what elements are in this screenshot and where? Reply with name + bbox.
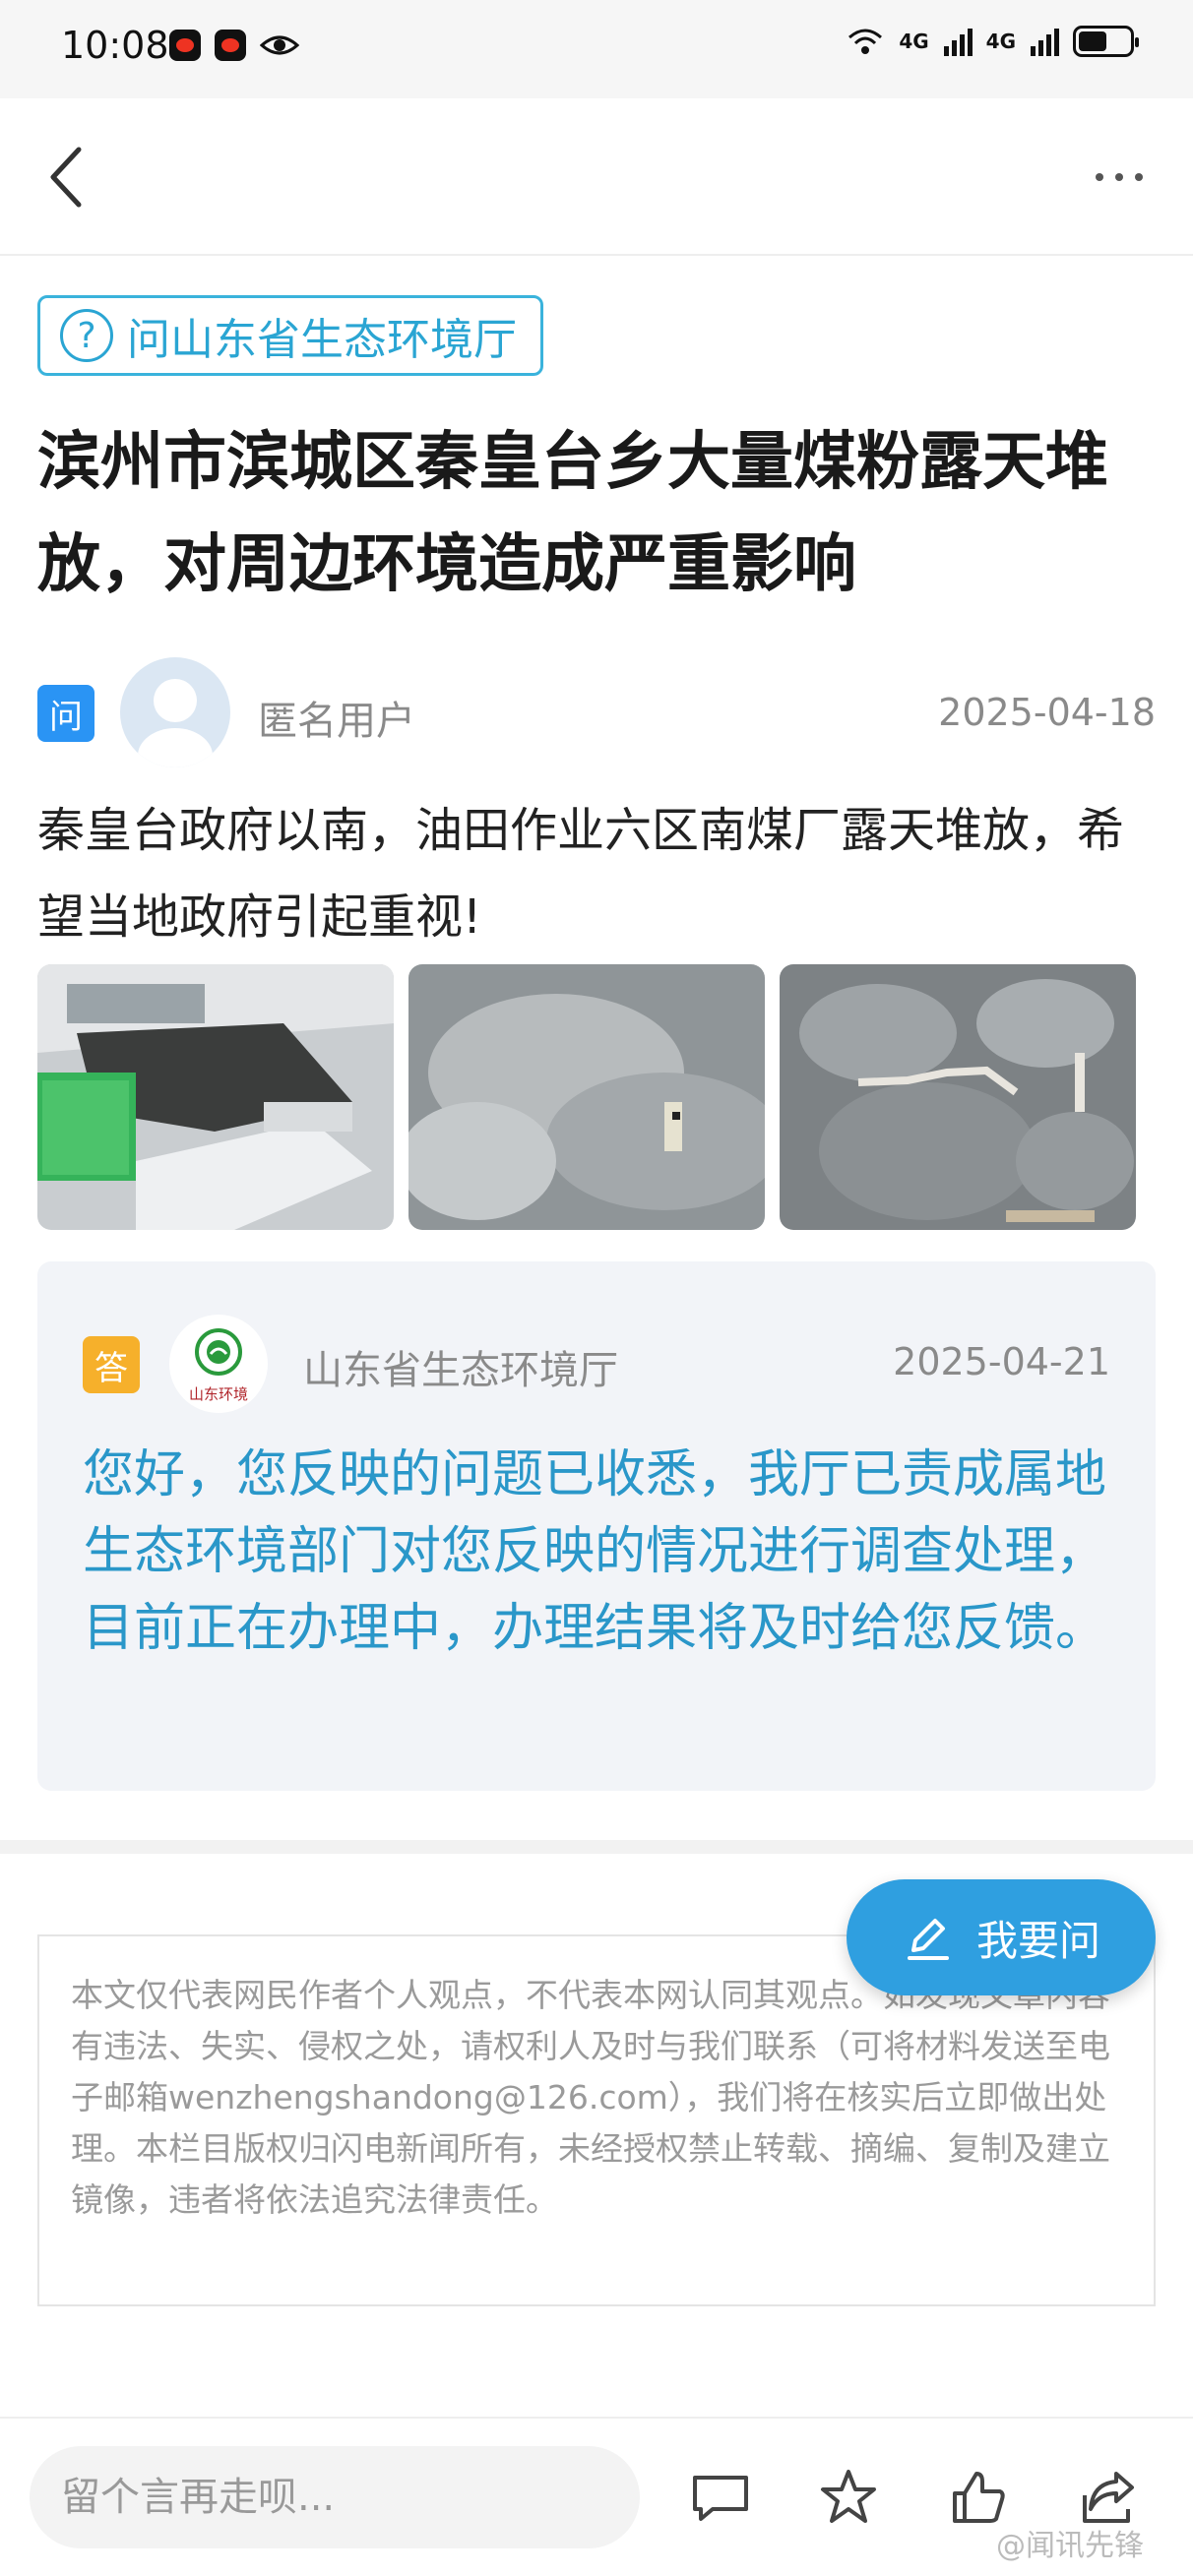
comment-input[interactable] xyxy=(30,2446,640,2548)
status-indicators: 4G 4G xyxy=(846,26,1139,57)
ask-question-button[interactable]: 我要问 xyxy=(847,1879,1156,1995)
question-circle-icon: ? xyxy=(60,309,113,362)
more-dots-icon[interactable] xyxy=(1085,143,1154,212)
wifi-icon xyxy=(848,29,883,54)
question-photo[interactable] xyxy=(780,964,1136,1230)
default-avatar-icon xyxy=(138,679,213,767)
avatar xyxy=(120,657,230,767)
battery-level xyxy=(1079,31,1106,51)
org-avatar: 山东环境 xyxy=(169,1315,268,1413)
shandong-environment-logo-icon: 山东环境 xyxy=(189,1328,248,1403)
department-tag-label: 问山东省生态环境厅 xyxy=(127,315,517,365)
question-photo[interactable] xyxy=(408,964,765,1230)
signal-icon xyxy=(943,29,973,56)
answer-badge: 答 xyxy=(83,1336,140,1393)
section-divider xyxy=(0,1840,1193,1854)
answer-org-name: 山东省生态环境厅 xyxy=(303,1348,618,1393)
star-icon[interactable] xyxy=(817,2466,880,2529)
nav-header xyxy=(0,98,1193,256)
chevron-left-icon[interactable] xyxy=(39,138,98,216)
signal-icon xyxy=(1031,29,1059,56)
weibo-notification-icon xyxy=(169,30,201,61)
battery-icon xyxy=(1073,26,1139,57)
status-time: 10:08 xyxy=(61,24,169,67)
ask-question-label: 我要问 xyxy=(975,1916,1100,1965)
svg-text:山东环境: 山东环境 xyxy=(189,1385,248,1403)
question-photo[interactable] xyxy=(37,964,394,1230)
network-type-1: 4G xyxy=(899,30,929,53)
question-author: 匿名用户 xyxy=(258,699,415,744)
pencil-icon xyxy=(907,1919,949,1960)
watermark: @闻讯先锋 xyxy=(996,2529,1144,2563)
comment-icon[interactable] xyxy=(689,2466,752,2529)
share-icon[interactable] xyxy=(1077,2466,1140,2529)
network-type-2: 4G xyxy=(985,30,1016,53)
question-body: 秦皇台政府以南，油田作业六区南煤厂露天堆放，希望当地政府引起重视! xyxy=(37,803,1125,945)
bottom-action-bar: @闻讯先锋 xyxy=(0,2417,1193,2576)
eye-icon xyxy=(260,35,299,55)
page-title: 滨州市滨城区秦皇台乡大量煤粉露天堆放，对周边环境造成严重影响 xyxy=(37,426,1108,601)
question-date: 2025-04-18 xyxy=(938,691,1156,734)
answer-body: 您好，您反映的问题已收悉，我厅已责成属地生态环境部门对您反映的情况进行调查处理，… xyxy=(83,1445,1107,1658)
notification-icons xyxy=(169,30,299,61)
status-bar: 10:08 4G 4G xyxy=(0,0,1193,98)
weibo-notification-icon xyxy=(215,30,246,61)
thumbs-up-icon[interactable] xyxy=(947,2466,1010,2529)
answer-date: 2025-04-21 xyxy=(893,1340,1110,1383)
department-tag[interactable]: ? 问山东省生态环境厅 xyxy=(37,295,543,376)
question-badge: 问 xyxy=(37,685,94,742)
answer-card: 答 山东环境 山东省生态环境厅 2025-04-21 您好，您反映的问题已收悉，… xyxy=(37,1261,1156,1791)
